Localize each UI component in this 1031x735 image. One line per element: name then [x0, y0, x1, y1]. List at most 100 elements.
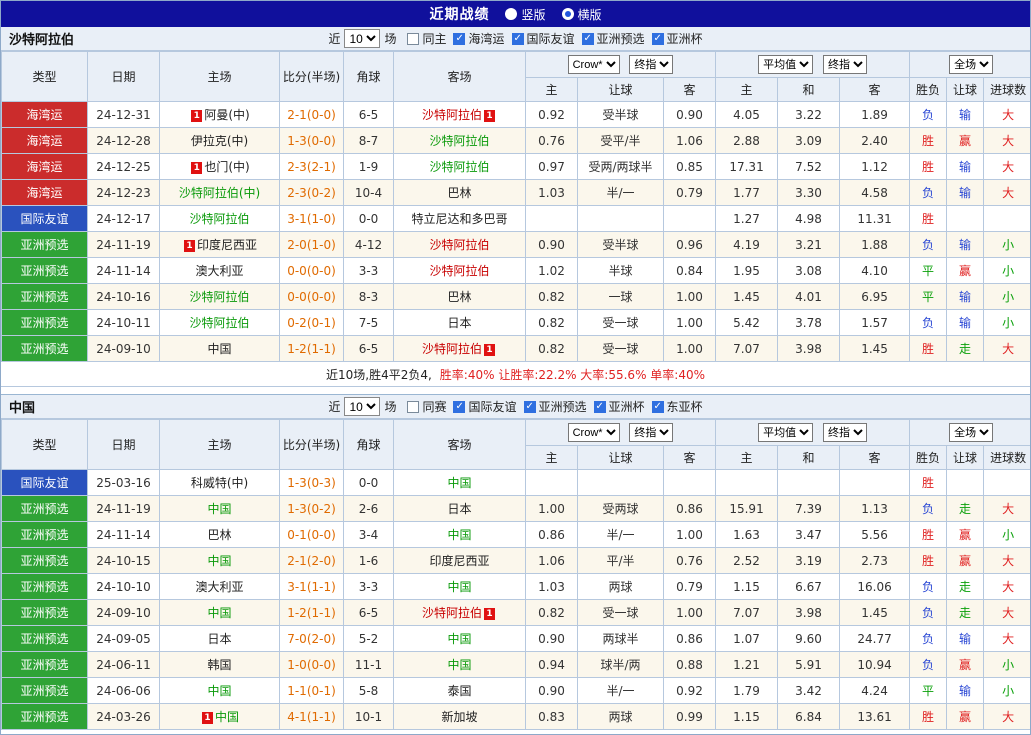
match-row: 海湾运24-12-251也门(中)2-3(2-1)1-9沙特阿拉伯0.97受两/…: [2, 154, 1031, 180]
odds-home: 0.76: [526, 128, 578, 154]
sub-col-header: 客: [664, 78, 716, 102]
filter-checkbox[interactable]: 亚洲预选: [524, 398, 587, 415]
recent-count-select[interactable]: 10: [344, 29, 380, 48]
checkbox-label: 同主: [422, 30, 446, 47]
competition-badge: 亚洲预选: [2, 678, 88, 704]
col-header-score: 比分(半场): [280, 52, 344, 102]
match-row: 海湾运24-12-28伊拉克(中)1-3(0-0)8-7沙特阿拉伯0.76受平/…: [2, 128, 1031, 154]
odds-handicap: 球半/两: [578, 652, 664, 678]
match-date: 24-11-19: [88, 232, 160, 258]
match-date: 24-09-10: [88, 600, 160, 626]
odds-home: 1.03: [526, 574, 578, 600]
match-row: 亚洲预选24-06-06中国1-1(0-1)5-8泰国0.90半/一0.921.…: [2, 678, 1031, 704]
match-date: 24-10-15: [88, 548, 160, 574]
filter-checkbox[interactable]: 亚洲杯: [652, 30, 703, 47]
match-date: 24-12-17: [88, 206, 160, 232]
team-name: 中国: [9, 397, 35, 416]
odds-handicap: 半球: [578, 258, 664, 284]
competition-badge: 海湾运: [2, 128, 88, 154]
avg-type-select[interactable]: 终指: [823, 55, 867, 74]
team-section-china: 中国 近 10 场 同赛国际友谊亚洲预选亚洲杯东亚杯 类型 日期 主场 比分: [1, 394, 1030, 735]
sub-col-header: 主: [526, 446, 578, 470]
corner-score: 3-4: [344, 522, 394, 548]
competition-badge: 亚洲预选: [2, 704, 88, 730]
corner-score: 2-6: [344, 496, 394, 522]
avg-away: 2.73: [840, 548, 910, 574]
filter-checkbox[interactable]: 东亚杯: [652, 398, 703, 415]
result-goals: 大: [984, 626, 1031, 652]
fulltime-halftime-score: 4-1(1-1): [280, 704, 344, 730]
checkbox-label: 亚洲杯: [667, 30, 703, 47]
odds-type-select[interactable]: 终指: [629, 423, 673, 442]
home-team: 澳大利亚: [160, 258, 280, 284]
avg-home: 1.15: [716, 704, 778, 730]
competition-badge: 亚洲预选: [2, 310, 88, 336]
sub-col-header: 进球数: [984, 446, 1031, 470]
checkbox-label: 同赛: [422, 398, 446, 415]
filter-bar: 近 10 场 同主海湾运国际友谊亚洲预选亚洲杯: [328, 29, 702, 48]
competition-badge: 亚洲预选: [2, 496, 88, 522]
competition-badge: 海湾运: [2, 154, 88, 180]
avg-company-select[interactable]: 平均值: [758, 55, 813, 74]
checkbox-icon[interactable]: [652, 401, 664, 413]
col-header-score: 比分(半场): [280, 420, 344, 470]
odds-away: 0.85: [664, 154, 716, 180]
checkbox-icon[interactable]: [594, 401, 606, 413]
match-row: 亚洲预选24-09-10中国1-2(1-1)6-5沙特阿拉伯10.82受一球1.…: [2, 336, 1031, 362]
recent-count-select[interactable]: 10: [344, 397, 380, 416]
result-handicap: 走: [947, 496, 984, 522]
corner-score: 11-1: [344, 652, 394, 678]
competition-badge: 海湾运: [2, 102, 88, 128]
odds-handicap: 受平/半: [578, 128, 664, 154]
checkbox-icon[interactable]: [582, 33, 594, 45]
record-summary: 近10场,胜4平2负4, 胜率:40% 让胜率:22.2% 大率:55.6% 单…: [1, 362, 1030, 387]
odds-company-select[interactable]: Crow*: [568, 55, 620, 74]
checkbox-label: 亚洲预选: [539, 398, 587, 415]
filter-checkbox[interactable]: 同主: [407, 30, 446, 47]
section-header: 中国 近 10 场 同赛国际友谊亚洲预选亚洲杯东亚杯: [1, 395, 1030, 419]
match-date: 24-09-10: [88, 336, 160, 362]
filter-checkbox[interactable]: 同赛: [407, 398, 446, 415]
radio-icon[interactable]: [562, 8, 574, 20]
avg-company-select[interactable]: 平均值: [758, 423, 813, 442]
radio-icon[interactable]: [505, 8, 517, 20]
filter-checkboxes: 同赛国际友谊 亚洲预选亚洲杯东亚杯: [400, 398, 702, 415]
fulltime-scope-select[interactable]: 全场: [949, 423, 993, 442]
avg-draw: 3.08: [778, 258, 840, 284]
filter-checkbox[interactable]: 国际友谊: [512, 30, 575, 47]
filter-checkbox[interactable]: 亚洲杯: [594, 398, 645, 415]
checkbox-icon[interactable]: [652, 33, 664, 45]
corner-score: 5-8: [344, 678, 394, 704]
checkbox-icon[interactable]: [407, 33, 419, 45]
checkbox-icon[interactable]: [453, 33, 465, 45]
checkbox-icon[interactable]: [407, 401, 419, 413]
home-team: 中国: [160, 336, 280, 362]
filter-checkbox[interactable]: 国际友谊: [453, 398, 516, 415]
fulltime-halftime-score: 0-0(0-0): [280, 284, 344, 310]
result-goals: [984, 470, 1031, 496]
avg-home: 5.42: [716, 310, 778, 336]
result-outcome: 胜: [910, 704, 947, 730]
layout-radio-horizontal[interactable]: 横版: [562, 6, 602, 23]
odds-handicap: 受半球: [578, 102, 664, 128]
match-date: 24-11-14: [88, 522, 160, 548]
sub-col-header: 主: [716, 446, 778, 470]
layout-radio-vertical[interactable]: 竖版: [505, 6, 545, 23]
fulltime-scope-select[interactable]: 全场: [949, 55, 993, 74]
checkbox-label: 国际友谊: [527, 30, 575, 47]
col-header-home: 主场: [160, 420, 280, 470]
checkbox-icon[interactable]: [524, 401, 536, 413]
filter-checkbox[interactable]: 海湾运: [453, 30, 504, 47]
result-handicap: 赢: [947, 258, 984, 284]
odds-company-select[interactable]: Crow*: [568, 423, 620, 442]
away-team: 新加坡: [394, 704, 526, 730]
filter-suffix: 场: [384, 30, 396, 47]
fulltime-halftime-score: 3-1(1-1): [280, 574, 344, 600]
filter-checkbox[interactable]: 亚洲预选: [582, 30, 645, 47]
avg-type-select[interactable]: 终指: [823, 423, 867, 442]
checkbox-icon[interactable]: [453, 401, 465, 413]
matches-table: 类型 日期 主场 比分(半场) 角球 客场 Crow* 终指 平均值 终指: [1, 51, 1031, 362]
odds-type-select[interactable]: 终指: [629, 55, 673, 74]
checkbox-icon[interactable]: [512, 33, 524, 45]
match-date: 24-12-25: [88, 154, 160, 180]
